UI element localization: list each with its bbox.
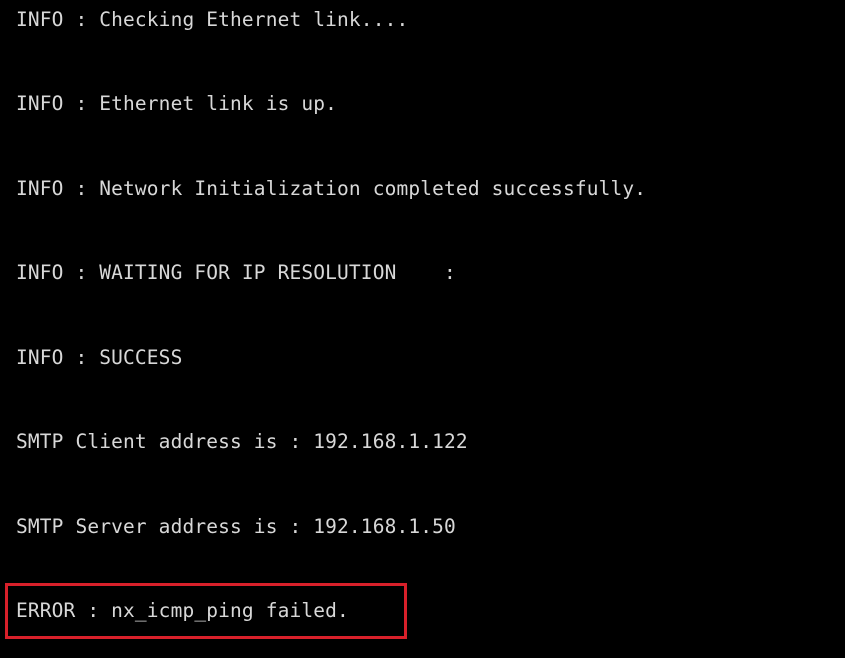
console-output: INFO : Checking Ethernet link.... INFO :… bbox=[0, 0, 845, 658]
log-line-ethernet-up: INFO : Ethernet link is up. bbox=[16, 92, 338, 115]
log-line-server-address: SMTP Server address is : 192.168.1.50 bbox=[16, 515, 456, 538]
log-line-ethernet-check: INFO : Checking Ethernet link.... bbox=[16, 8, 409, 31]
log-line-network-init: INFO : Network Initialization completed … bbox=[16, 177, 647, 200]
log-line-ip-resolution: INFO : WAITING FOR IP RESOLUTION : bbox=[16, 261, 456, 284]
log-line-client-address: SMTP Client address is : 192.168.1.122 bbox=[16, 430, 468, 453]
log-line-success: INFO : SUCCESS bbox=[16, 346, 183, 369]
error-highlight-box bbox=[5, 583, 407, 639]
